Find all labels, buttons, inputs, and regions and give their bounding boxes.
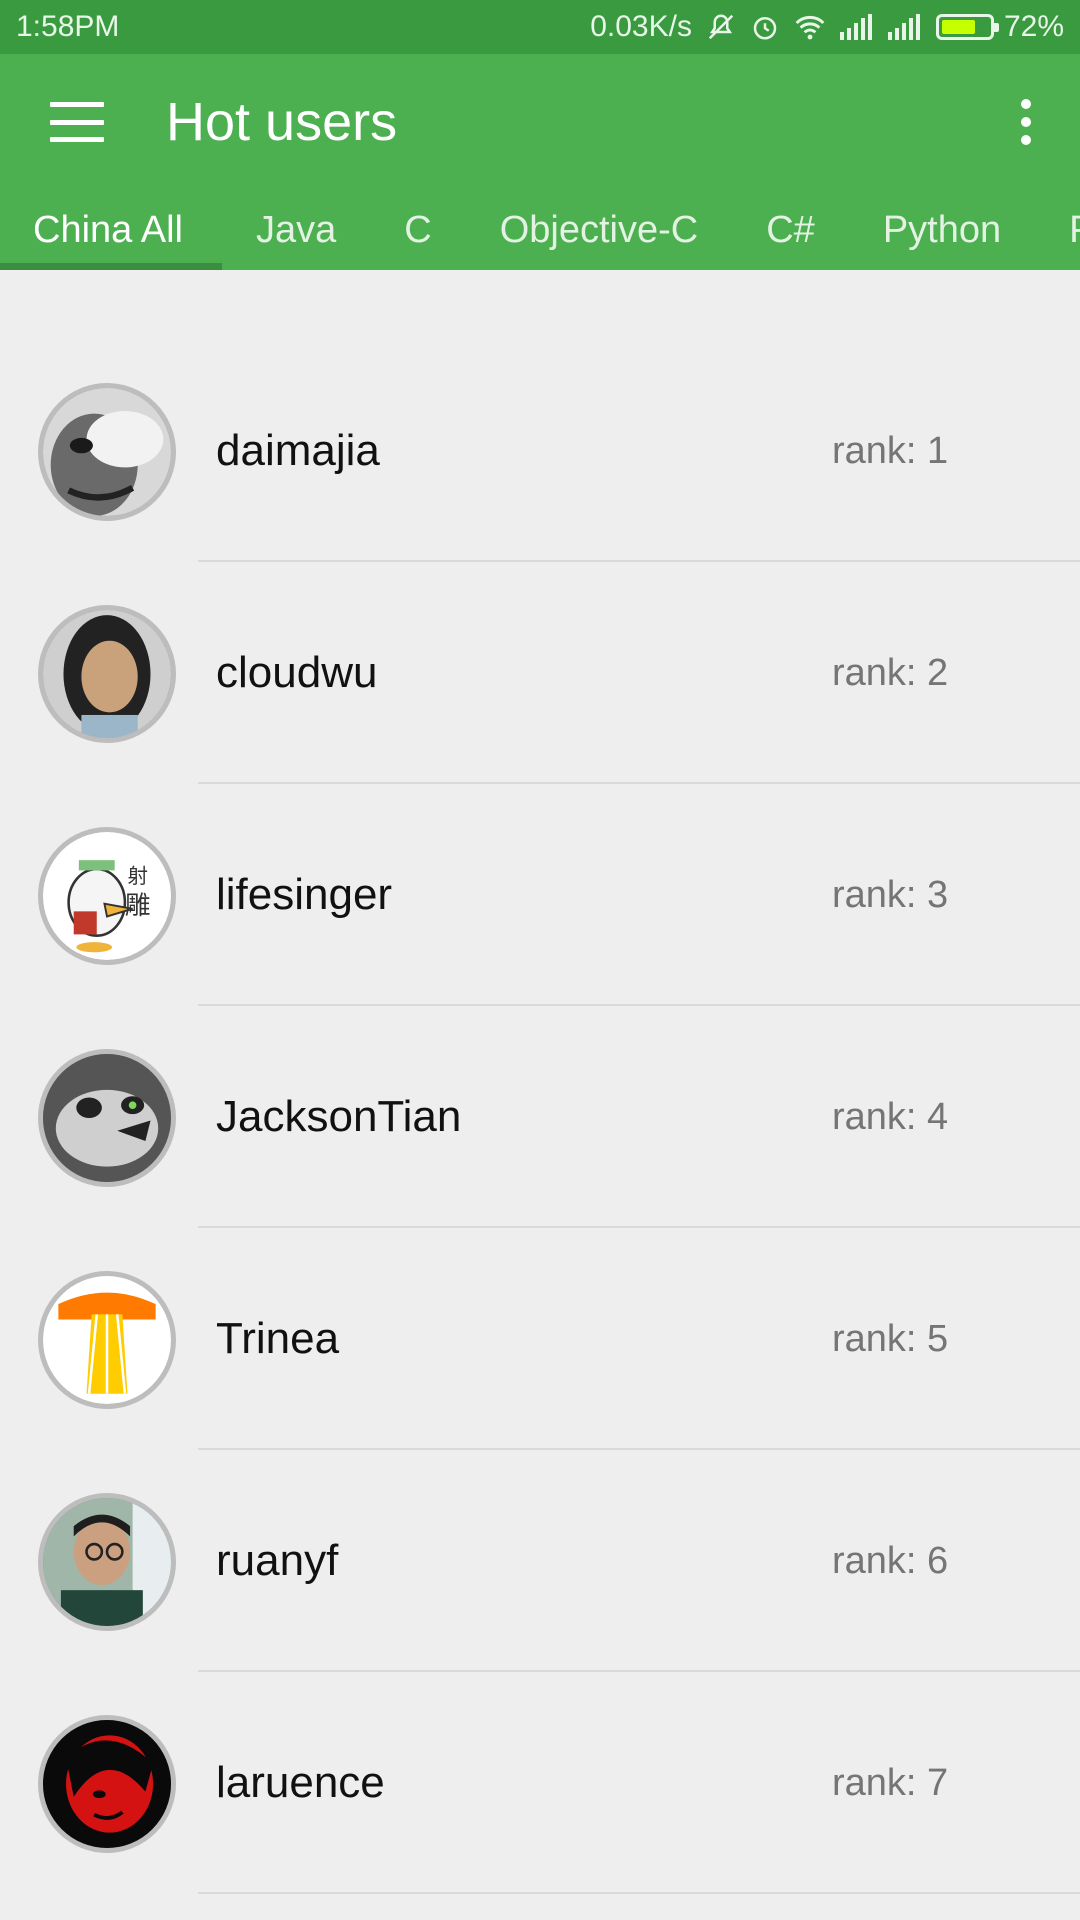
rank-label: rank: 3 xyxy=(832,874,949,916)
avatar[interactable] xyxy=(38,1049,176,1187)
mute-icon xyxy=(706,12,736,42)
avatar[interactable] xyxy=(38,1493,176,1631)
user-row[interactable]: 射雕 lifesinger rank: 3 xyxy=(0,784,1080,1006)
username: Trinea xyxy=(216,1314,340,1363)
username: cloudwu xyxy=(216,648,378,697)
signal-icon xyxy=(887,14,922,40)
more-options-icon[interactable] xyxy=(1020,99,1032,145)
battery-indicator: 72% xyxy=(935,10,1064,44)
tab-c[interactable]: C xyxy=(370,190,465,270)
user-row[interactable]: laruence rank: 7 xyxy=(0,1672,1080,1894)
username: ruanyf xyxy=(216,1536,339,1585)
status-time: 1:58PM xyxy=(16,10,120,43)
battery-fill xyxy=(941,20,976,34)
net-speed: 0.03K/s xyxy=(590,10,692,43)
avatar[interactable] xyxy=(38,605,176,743)
menu-icon[interactable] xyxy=(50,102,104,142)
rank-label: rank: 7 xyxy=(832,1762,949,1804)
user-row[interactable]: JacksonTian rank: 4 xyxy=(0,1006,1080,1228)
language-tabs: China AllJavaCObjective-CC#PythonP xyxy=(0,190,1080,270)
wifi-icon xyxy=(794,13,826,41)
rank-label: rank: 1 xyxy=(832,430,949,472)
avatar[interactable] xyxy=(38,1271,176,1409)
battery-icon xyxy=(935,14,999,40)
hot-users-list: daimajia rank: 1 cloudwu rank: 2 射雕 lifesinge… xyxy=(0,340,1080,1894)
rank-label: rank: 5 xyxy=(832,1318,949,1360)
rank-label: rank: 2 xyxy=(832,652,949,694)
battery-percent: 72% xyxy=(1003,10,1064,43)
username: daimajia xyxy=(216,426,380,475)
svg-text:射: 射 xyxy=(127,864,147,888)
rank-label: rank: 4 xyxy=(832,1096,949,1138)
user-row[interactable]: Trinea rank: 5 xyxy=(0,1228,1080,1450)
avatar[interactable]: 射雕 xyxy=(38,827,176,965)
tab-c[interactable]: C# xyxy=(732,190,849,270)
tab-objective-c[interactable]: Objective-C xyxy=(466,190,733,270)
app-toolbar: Hot users China All Java C Objective-C C# Pyt… xyxy=(0,54,1080,270)
alarm-icon xyxy=(750,12,780,42)
username: lifesinger xyxy=(216,870,393,919)
avatar[interactable] xyxy=(38,1715,176,1853)
username: laruence xyxy=(216,1758,385,1807)
rank-label: rank: 6 xyxy=(832,1540,949,1582)
svg-text:雕: 雕 xyxy=(125,891,151,921)
username: JacksonTian xyxy=(216,1092,462,1141)
status-bar: 1:58PM 0.03K/s 72% xyxy=(0,0,1080,54)
user-row[interactable]: cloudwu rank: 2 xyxy=(0,562,1080,784)
page-title: Hot users xyxy=(166,92,398,152)
tab-java[interactable]: Java xyxy=(222,190,370,270)
avatar[interactable] xyxy=(38,383,176,521)
tab-china-all[interactable]: China All xyxy=(0,190,222,270)
user-row[interactable]: ruanyf rank: 6 xyxy=(0,1450,1080,1672)
app-screen: 1:58PM 0.03K/s 72% Hot users China All J… xyxy=(0,0,1080,1920)
signal-icon xyxy=(839,14,874,40)
status-indicators: 0.03K/s 72% xyxy=(590,10,1064,44)
user-row[interactable]: daimajia rank: 1 xyxy=(0,340,1080,562)
tab-python[interactable]: Python xyxy=(849,190,1035,270)
tab-p[interactable]: P xyxy=(1035,190,1080,270)
